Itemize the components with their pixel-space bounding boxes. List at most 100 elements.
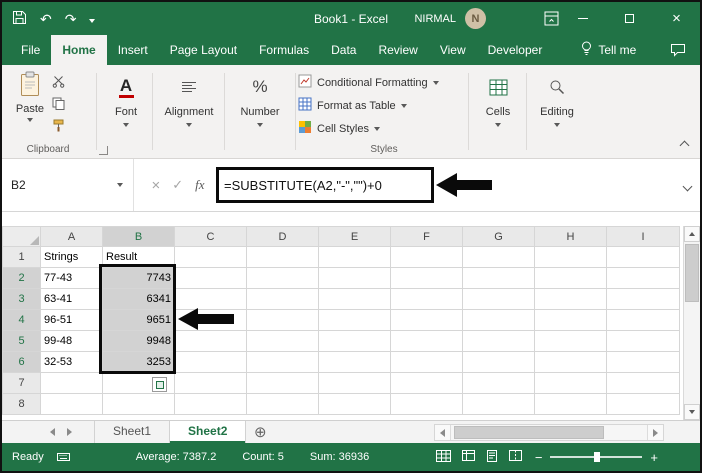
new-sheet-button[interactable]: ⊕ <box>254 422 267 443</box>
save-icon[interactable] <box>12 10 27 28</box>
cell-F6[interactable] <box>390 351 463 373</box>
cell-E7[interactable] <box>318 372 391 394</box>
cell-D5[interactable] <box>246 330 319 352</box>
horizontal-scrollbar[interactable] <box>434 424 664 441</box>
cell-C6[interactable] <box>174 351 247 373</box>
cell-H6[interactable] <box>534 351 607 373</box>
autofill-options-icon[interactable] <box>152 377 167 392</box>
tab-page-layout[interactable]: Page Layout <box>159 35 248 65</box>
zoom-out-icon[interactable]: − <box>535 451 543 464</box>
cell-B6[interactable]: 3253 <box>102 351 175 373</box>
cell-H3[interactable] <box>534 288 607 310</box>
cell-H2[interactable] <box>534 267 607 289</box>
insert-function-icon[interactable]: fx <box>195 177 204 193</box>
cell-E5[interactable] <box>318 330 391 352</box>
minimize-button[interactable] <box>559 2 606 35</box>
cell-G2[interactable] <box>462 267 535 289</box>
row-header-7[interactable]: 7 <box>2 372 41 394</box>
copy-icon[interactable] <box>52 97 65 113</box>
cell-C2[interactable] <box>174 267 247 289</box>
cell-D3[interactable] <box>246 288 319 310</box>
scroll-up-icon[interactable] <box>684 226 700 242</box>
cell-C1[interactable] <box>174 246 247 268</box>
cell-B4[interactable]: 9651 <box>102 309 175 331</box>
row-header-1[interactable]: 1 <box>2 246 41 268</box>
cell-E3[interactable] <box>318 288 391 310</box>
cell-A8[interactable] <box>40 393 103 415</box>
zoom-slider-thumb[interactable] <box>594 452 601 462</box>
cell-I5[interactable] <box>606 330 680 352</box>
cells-group-button[interactable]: Cells <box>470 73 526 151</box>
status-average[interactable]: Average: 7387.2 <box>136 451 217 463</box>
cell-I2[interactable] <box>606 267 680 289</box>
expand-formula-bar-icon[interactable] <box>682 179 693 193</box>
column-header-I[interactable]: I <box>606 226 680 247</box>
format-as-table-button[interactable]: Format as Table <box>298 94 470 117</box>
avatar[interactable]: N <box>465 8 486 29</box>
enter-icon[interactable]: ✓ <box>172 177 183 193</box>
ribbon-display-options-icon[interactable] <box>544 11 559 26</box>
previous-sheet-icon[interactable] <box>50 428 55 436</box>
cut-icon[interactable] <box>52 75 65 91</box>
cell-E4[interactable] <box>318 309 391 331</box>
sheet-tab-sheet2[interactable]: Sheet2 <box>170 421 247 443</box>
cell-G5[interactable] <box>462 330 535 352</box>
column-header-B[interactable]: B <box>102 226 175 247</box>
page-layout-view-icon[interactable] <box>486 449 498 465</box>
cell-B5[interactable]: 9948 <box>102 330 175 352</box>
cell-C7[interactable] <box>174 372 247 394</box>
cell-B1[interactable]: Result <box>102 246 175 268</box>
next-sheet-icon[interactable] <box>67 428 72 436</box>
cell-A6[interactable]: 32-53 <box>40 351 103 373</box>
cell-F8[interactable] <box>390 393 463 415</box>
cell-A5[interactable]: 99-48 <box>40 330 103 352</box>
cell-G1[interactable] <box>462 246 535 268</box>
cell-C8[interactable] <box>174 393 247 415</box>
cell-C5[interactable] <box>174 330 247 352</box>
scroll-left-icon[interactable] <box>435 425 451 440</box>
cell-I4[interactable] <box>606 309 680 331</box>
page-break-view-icon[interactable] <box>508 450 522 464</box>
editing-group-button[interactable]: Editing <box>528 73 586 151</box>
row-header-4[interactable]: 4 <box>2 309 41 331</box>
cell-E6[interactable] <box>318 351 391 373</box>
status-sum[interactable]: Sum: 36936 <box>310 451 369 463</box>
cell-D4[interactable] <box>246 309 319 331</box>
cell-D8[interactable] <box>246 393 319 415</box>
cell-F5[interactable] <box>390 330 463 352</box>
cell-G4[interactable] <box>462 309 535 331</box>
scroll-right-icon[interactable] <box>647 425 663 440</box>
sheet-tab-sheet1[interactable]: Sheet1 <box>94 421 171 443</box>
cell-F1[interactable] <box>390 246 463 268</box>
format-painter-icon[interactable] <box>52 119 65 135</box>
cell-E1[interactable] <box>318 246 391 268</box>
tab-view[interactable]: View <box>429 35 477 65</box>
tab-formulas[interactable]: Formulas <box>248 35 320 65</box>
cell-G7[interactable] <box>462 372 535 394</box>
customize-qat-icon[interactable] <box>89 12 96 26</box>
collapse-ribbon-icon[interactable] <box>679 138 690 152</box>
column-header-E[interactable]: E <box>318 226 391 247</box>
cell-B8[interactable] <box>102 393 175 415</box>
cell-E2[interactable] <box>318 267 391 289</box>
column-header-A[interactable]: A <box>40 226 103 247</box>
cell-G6[interactable] <box>462 351 535 373</box>
cell-A1[interactable]: Strings <box>40 246 103 268</box>
name-box-dropdown-icon[interactable] <box>117 183 123 187</box>
row-header-5[interactable]: 5 <box>2 330 41 352</box>
zoom-slider[interactable] <box>550 452 643 462</box>
number-group-button[interactable]: % Number <box>226 73 294 151</box>
redo-icon[interactable]: ↷ <box>65 12 77 26</box>
cancel-icon[interactable]: × <box>151 177 160 194</box>
cell-H4[interactable] <box>534 309 607 331</box>
column-header-H[interactable]: H <box>534 226 607 247</box>
tab-data[interactable]: Data <box>320 35 367 65</box>
cell-styles-button[interactable]: Cell Styles <box>298 117 470 140</box>
cell-B3[interactable]: 6341 <box>102 288 175 310</box>
row-header-6[interactable]: 6 <box>2 351 41 373</box>
cell-A3[interactable]: 63-41 <box>40 288 103 310</box>
row-header-3[interactable]: 3 <box>2 288 41 310</box>
vertical-scrollbar[interactable] <box>683 226 700 420</box>
cell-E8[interactable] <box>318 393 391 415</box>
name-box[interactable]: B2 <box>2 159 134 211</box>
